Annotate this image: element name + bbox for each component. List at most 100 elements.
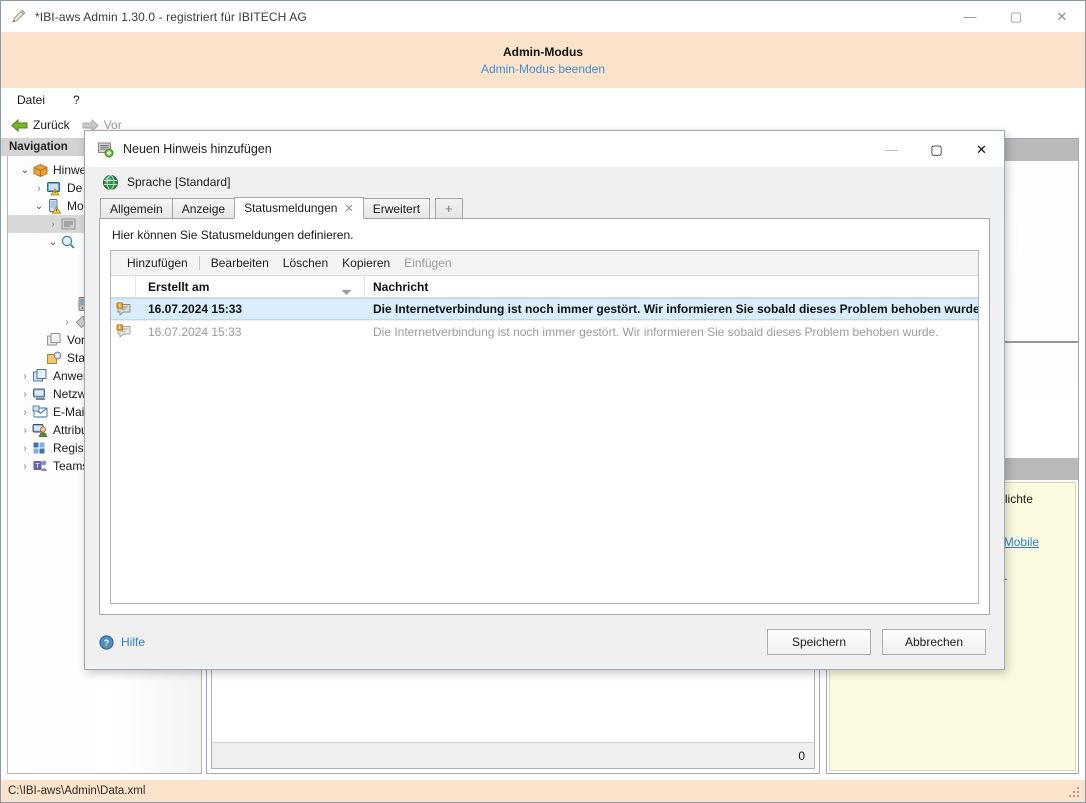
teams-icon: T bbox=[32, 458, 49, 474]
tree-item-label: Hinwe bbox=[53, 163, 87, 177]
attributes-user-icon bbox=[32, 422, 49, 438]
tab-allgemein[interactable]: Allgemein bbox=[100, 198, 173, 219]
dialog-footer: ? Hilfe Speichern Abbrechen bbox=[85, 615, 1004, 669]
tab-label: Erweitert bbox=[372, 201, 421, 216]
email-icon bbox=[32, 404, 49, 420]
cancel-button[interactable]: Abbrechen bbox=[882, 629, 986, 655]
registry-icon bbox=[32, 440, 49, 456]
save-button[interactable]: Speichern bbox=[767, 629, 871, 655]
chevron-right-icon[interactable]: › bbox=[18, 425, 32, 436]
cell-message: Die Internetverbindung ist noch immer ge… bbox=[373, 324, 939, 339]
dialog-window-controls: — ▢ ✕ bbox=[869, 131, 1004, 167]
tree-item-label: Netzw bbox=[53, 387, 87, 401]
chevron-right-icon[interactable]: › bbox=[60, 317, 74, 328]
status-message-icon bbox=[111, 324, 136, 339]
grid-column-erstellt-am[interactable]: Erstellt am bbox=[136, 276, 365, 297]
tab-panel-statusmeldungen: Hier können Sie Statusmeldungen definier… bbox=[99, 219, 990, 615]
cell-created-at: 16.07.2024 15:33 bbox=[148, 302, 243, 316]
grid-add-button[interactable]: Hinzufügen bbox=[120, 254, 195, 272]
tab-label: Statusmeldungen bbox=[244, 201, 338, 215]
grid-column-icon bbox=[111, 276, 136, 297]
menu-item-help[interactable]: ? bbox=[69, 91, 84, 109]
chevron-right-icon[interactable]: › bbox=[18, 389, 32, 400]
chevron-down-icon[interactable]: ⌄ bbox=[32, 201, 46, 212]
magnifier-icon bbox=[60, 234, 77, 250]
chevron-right-icon[interactable]: › bbox=[18, 461, 32, 472]
help-icon: ? bbox=[99, 634, 114, 650]
window-close-button[interactable]: ✕ bbox=[1039, 1, 1085, 32]
tree-item-label: Attribu bbox=[53, 423, 88, 437]
chevron-down-icon[interactable]: ⌄ bbox=[46, 237, 60, 248]
grid-delete-button[interactable]: Löschen bbox=[276, 254, 335, 272]
note-icon bbox=[60, 216, 77, 232]
tab-anzeige[interactable]: Anzeige bbox=[171, 198, 236, 219]
monitor-warning-icon bbox=[46, 180, 63, 196]
chevron-right-icon[interactable]: › bbox=[18, 371, 32, 382]
templates-icon bbox=[46, 332, 63, 348]
menu-bar: Datei ? bbox=[1, 88, 1085, 112]
tab-statusmeldungen[interactable]: Statusmeldungen ✕ bbox=[234, 197, 364, 219]
dialog-minimize-button[interactable]: — bbox=[869, 131, 914, 167]
dialog-tabstrip: Allgemein Anzeige Statusmeldungen ✕ Erwe… bbox=[99, 197, 990, 219]
grid-column-nachricht[interactable]: Nachricht bbox=[365, 276, 978, 297]
chevron-right-icon[interactable]: › bbox=[46, 219, 60, 230]
chevron-down-icon[interactable]: ⌄ bbox=[18, 165, 32, 176]
tree-item-label: E-Mail bbox=[53, 405, 88, 419]
add-note-icon bbox=[97, 141, 114, 158]
help-link[interactable]: ? Hilfe bbox=[99, 634, 146, 650]
table-row[interactable]: 16.07.2024 15:33 Die Internetverbindung … bbox=[111, 320, 978, 342]
sort-descending-icon bbox=[341, 285, 352, 299]
tab-label: Anzeige bbox=[181, 201, 226, 216]
grid-column-label: Nachricht bbox=[373, 279, 429, 294]
dialog-close-button[interactable]: ✕ bbox=[959, 131, 1004, 167]
window-titlebar: *IBI-aws Admin 1.30.0 - registriert für … bbox=[1, 1, 1085, 32]
admin-mode-title: Admin-Modus bbox=[503, 44, 583, 59]
grid-header-row: Erstellt am Nachricht bbox=[111, 276, 978, 298]
svg-text:?: ? bbox=[104, 638, 110, 648]
chevron-right-icon[interactable]: › bbox=[18, 407, 32, 418]
arrow-left-icon bbox=[11, 118, 28, 132]
dialog-body: Sprache [Standard] Allgemein Anzeige Sta… bbox=[85, 167, 1004, 615]
status-bar: C:\IBI-aws\Admin\Data.xml bbox=[1, 780, 1085, 802]
admin-mode-banner: Admin-Modus Admin-Modus beenden bbox=[1, 32, 1085, 88]
panel-hint-text: Hier können Sie Statusmeldungen definier… bbox=[112, 228, 354, 242]
globe-icon bbox=[102, 174, 119, 191]
dialog-titlebar: Neuen Hinweis hinzufügen — ▢ ✕ bbox=[85, 131, 1004, 167]
status-messages-grid: Hinzufügen Bearbeiten Löschen Kopieren E… bbox=[110, 250, 979, 604]
cell-message: Die Internetverbindung ist noch immer ge… bbox=[373, 302, 978, 316]
menu-item-datei[interactable]: Datei bbox=[13, 91, 49, 109]
chevron-right-icon[interactable]: › bbox=[32, 183, 46, 194]
help-label: Hilfe bbox=[121, 635, 146, 649]
grid-copy-button[interactable]: Kopieren bbox=[335, 254, 397, 272]
tab-erweitert[interactable]: Erweitert bbox=[362, 198, 431, 219]
mobile-warning-icon bbox=[46, 198, 63, 214]
back-button[interactable]: Zurück bbox=[8, 117, 73, 133]
add-note-dialog: Neuen Hinweis hinzufügen — ▢ ✕ Sprache [… bbox=[84, 130, 1005, 670]
resize-grip-icon[interactable] bbox=[1067, 785, 1081, 799]
window-minimize-button[interactable]: — bbox=[947, 1, 993, 32]
grid-paste-button: Einfügen bbox=[404, 256, 452, 270]
language-label: Sprache [Standard] bbox=[127, 175, 231, 189]
toolbar-separator bbox=[198, 256, 200, 270]
statistics-icon bbox=[46, 350, 63, 366]
window-title: *IBI-aws Admin 1.30.0 - registriert für … bbox=[35, 9, 307, 24]
grid-column-label: Erstellt am bbox=[148, 279, 210, 294]
network-icon bbox=[32, 386, 49, 402]
tree-item-label: De bbox=[67, 181, 83, 195]
language-row: Sprache [Standard] bbox=[99, 167, 990, 197]
dialog-maximize-button[interactable]: ▢ bbox=[914, 131, 959, 167]
admin-mode-exit-link[interactable]: Admin-Modus beenden bbox=[481, 62, 605, 76]
tree-item-label: Mo bbox=[67, 199, 84, 213]
window-maximize-button[interactable]: ▢ bbox=[993, 1, 1039, 32]
tab-close-icon[interactable]: ✕ bbox=[344, 202, 353, 215]
grid-toolbar: Hinzufügen Bearbeiten Löschen Kopieren E… bbox=[111, 251, 978, 276]
grid-edit-button[interactable]: Bearbeiten bbox=[204, 254, 276, 272]
cell-created-at: 16.07.2024 15:33 bbox=[148, 324, 242, 339]
package-icon bbox=[32, 162, 49, 178]
dialog-title: Neuen Hinweis hinzufügen bbox=[123, 142, 272, 156]
app-pen-icon bbox=[11, 9, 27, 25]
add-tab-button[interactable]: + bbox=[435, 198, 463, 219]
table-row[interactable]: 16.07.2024 15:33 Die Internetverbindung … bbox=[111, 298, 978, 320]
status-bar-path: C:\IBI-aws\Admin\Data.xml bbox=[8, 785, 146, 797]
chevron-right-icon[interactable]: › bbox=[18, 443, 32, 454]
